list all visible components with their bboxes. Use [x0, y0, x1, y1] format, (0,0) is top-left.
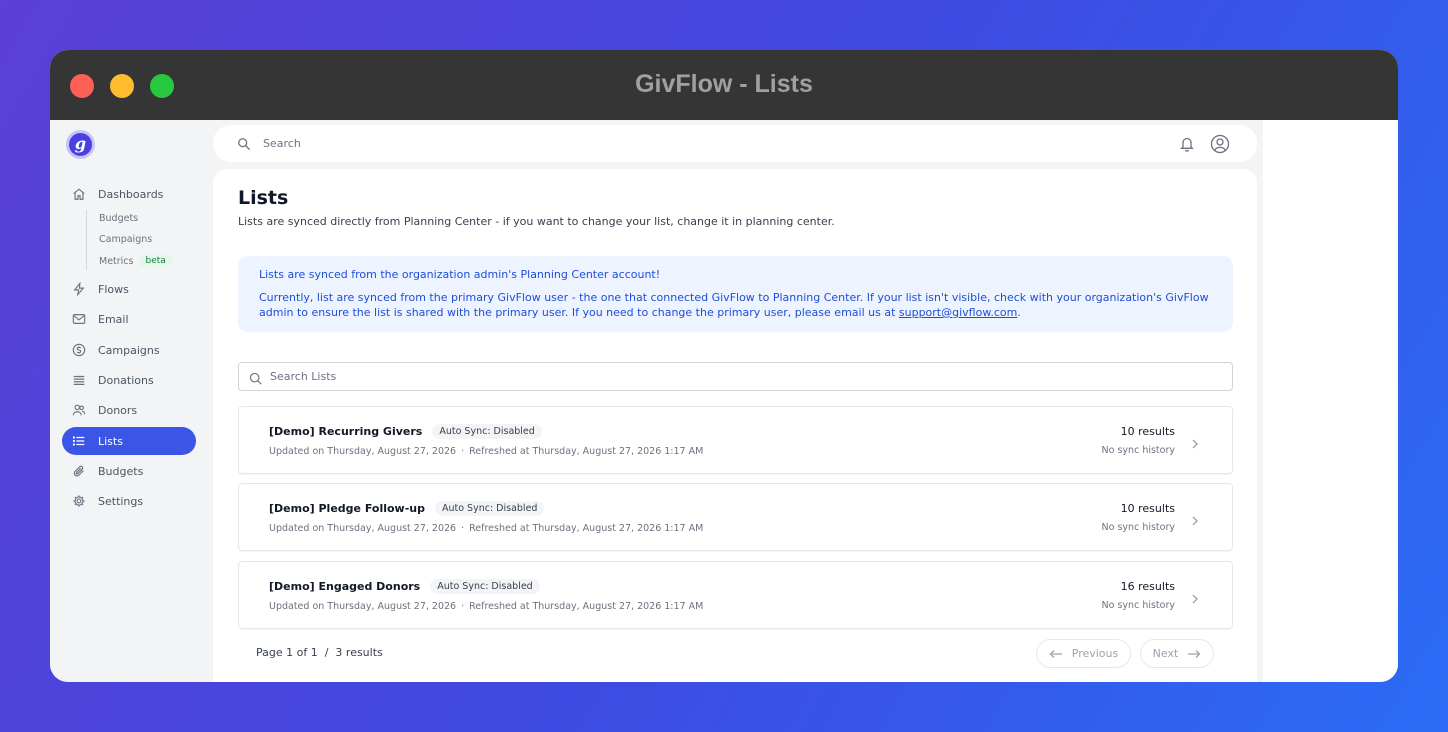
auto-sync-badge: Auto Sync: Disabled	[430, 579, 540, 594]
list-item[interactable]: [Demo] Pledge Follow-up Auto Sync: Disabl…	[238, 483, 1233, 551]
list-updated: Updated on Thursday, August 27, 2026	[269, 523, 457, 534]
sidebar-subitem-label: Metrics	[99, 255, 134, 267]
window-title: GivFlow - Lists	[635, 70, 813, 98]
previous-label: Previous	[1071, 647, 1119, 660]
beta-badge: beta	[139, 255, 172, 267]
list-name-text: [Demo] Engaged Donors	[269, 580, 421, 593]
sidebar-subitem-label: Budgets	[99, 213, 139, 224]
arrow-right-icon	[1187, 649, 1201, 659]
list-result-count: 10 results	[1120, 425, 1175, 438]
list-name: [Demo] Recurring Givers Auto Sync: Disabl…	[269, 424, 542, 439]
user-avatar-icon[interactable]	[1210, 134, 1230, 154]
list-name-text: [Demo] Pledge Follow-up	[269, 502, 425, 515]
list-meta: Updated on Thursday, August 27, 2026 · Ref…	[269, 446, 704, 457]
sidebar-item-label: Lists	[98, 434, 123, 448]
auto-sync-badge: Auto Sync: Disabled	[432, 424, 542, 439]
sidebar-item-label: Dashboards	[98, 187, 164, 201]
list-refreshed: Refreshed at Thursday, August 27, 2026 1…	[469, 446, 704, 457]
list-refreshed: Refreshed at Thursday, August 27, 2026 1…	[469, 523, 704, 534]
users-icon	[72, 403, 86, 417]
next-page-button[interactable]: Next	[1140, 639, 1214, 668]
list-sync-history: No sync history	[1101, 522, 1175, 533]
paperclip-icon	[72, 464, 86, 478]
arrow-left-icon	[1049, 649, 1063, 659]
sidebar: g Dashboards Budgets Campaigns Metrics be…	[50, 120, 213, 682]
sidebar-item-label: Flows	[98, 282, 129, 296]
bell-icon[interactable]	[1179, 135, 1195, 152]
page-title: Lists	[238, 187, 289, 209]
sidebar-subitem-budgets[interactable]: Budgets	[99, 213, 138, 224]
list-name: [Demo] Engaged Donors Auto Sync: Disabled	[269, 579, 540, 594]
auto-sync-badge: Auto Sync: Disabled	[434, 501, 545, 516]
title-bar: GivFlow - Lists	[50, 50, 1398, 120]
right-panel	[1263, 120, 1398, 682]
sidebar-item-donations[interactable]: Donations	[62, 366, 196, 394]
gear-icon	[72, 494, 86, 508]
sidebar-item-label: Budgets	[98, 464, 144, 478]
alert-body-end: .	[1017, 306, 1021, 319]
list-name-text: [Demo] Recurring Givers	[269, 425, 423, 438]
list-item[interactable]: [Demo] Engaged Donors Auto Sync: Disabled…	[238, 561, 1233, 629]
list-result-count: 16 results	[1120, 580, 1175, 593]
sidebar-item-donors[interactable]: Donors	[62, 396, 196, 424]
list-updated: Updated on Thursday, August 27, 2026	[269, 601, 457, 612]
list-sync-history: No sync history	[1101, 445, 1175, 456]
search-lists-input[interactable]: Search Lists	[238, 362, 1233, 391]
list-sync-history: No sync history	[1101, 600, 1175, 611]
submenu-rail	[86, 210, 87, 270]
alert-title: Lists are synced from the organization a…	[259, 268, 661, 281]
search-lists-placeholder: Search Lists	[270, 370, 337, 383]
sidebar-subitem-campaigns[interactable]: Campaigns	[99, 234, 152, 245]
sidebar-item-dashboards[interactable]: Dashboards	[62, 180, 196, 208]
sync-info-alert: Lists are synced from the organization a…	[238, 256, 1233, 332]
search-icon	[249, 370, 262, 385]
givflow-logo[interactable]: g	[66, 130, 95, 159]
sidebar-item-email[interactable]: Email	[62, 305, 196, 333]
sidebar-item-label: Email	[98, 312, 129, 326]
lines-icon	[72, 373, 86, 387]
list-refreshed: Refreshed at Thursday, August 27, 2026 1…	[469, 601, 704, 612]
sidebar-item-label: Donors	[98, 403, 138, 417]
next-label: Next	[1152, 647, 1179, 660]
lightning-icon	[72, 282, 86, 296]
app-body: g Dashboards Budgets Campaigns Metrics be…	[50, 120, 1398, 682]
list-meta: Updated on Thursday, August 27, 2026 · Ref…	[269, 523, 704, 534]
sidebar-subitem-metrics[interactable]: Metrics beta	[99, 255, 172, 267]
sidebar-item-lists[interactable]: Lists	[62, 427, 196, 455]
list-item[interactable]: [Demo] Recurring Givers Auto Sync: Disabl…	[238, 406, 1233, 474]
list-result-count: 10 results	[1120, 502, 1175, 515]
sidebar-item-settings[interactable]: Settings	[62, 487, 196, 515]
sidebar-item-label: Donations	[98, 373, 154, 387]
top-search-bar: Search	[213, 125, 1257, 162]
chevron-right-icon	[1190, 590, 1200, 604]
list-name: [Demo] Pledge Follow-up Auto Sync: Disabl…	[269, 501, 545, 516]
search-icon	[237, 136, 251, 151]
list-updated: Updated on Thursday, August 27, 2026	[269, 446, 457, 457]
previous-page-button[interactable]: Previous	[1036, 639, 1131, 668]
list-meta: Updated on Thursday, August 27, 2026 · Ref…	[269, 601, 704, 612]
alert-body: Currently, list are synced from the prim…	[259, 290, 1212, 320]
sidebar-item-label: Settings	[98, 494, 144, 508]
global-search-input[interactable]: Search	[263, 137, 301, 150]
sidebar-subitem-label: Campaigns	[99, 234, 153, 245]
page-subtitle: Lists are synced directly from Planning …	[238, 215, 835, 228]
dollar-circle-icon	[72, 343, 86, 357]
chevron-right-icon	[1190, 512, 1200, 526]
app-window: GivFlow - Lists g Dashboards Budgets Cam…	[50, 50, 1398, 682]
main-content: Lists Lists are synced directly from Pla…	[213, 169, 1257, 682]
support-email-link[interactable]: support@givflow.com	[899, 306, 1017, 319]
sidebar-item-label: Campaigns	[98, 343, 160, 357]
alert-body-text: Currently, list are synced from the prim…	[259, 291, 1209, 319]
sidebar-item-campaigns[interactable]: Campaigns	[62, 336, 196, 364]
sidebar-item-flows[interactable]: Flows	[62, 275, 196, 303]
pagination-summary: Page 1 of 1 / 3 results	[256, 646, 383, 659]
mail-icon	[72, 312, 86, 326]
sidebar-item-budgets[interactable]: Budgets	[62, 457, 196, 485]
chevron-right-icon	[1190, 435, 1200, 449]
list-icon	[72, 434, 86, 448]
home-icon	[72, 187, 86, 201]
